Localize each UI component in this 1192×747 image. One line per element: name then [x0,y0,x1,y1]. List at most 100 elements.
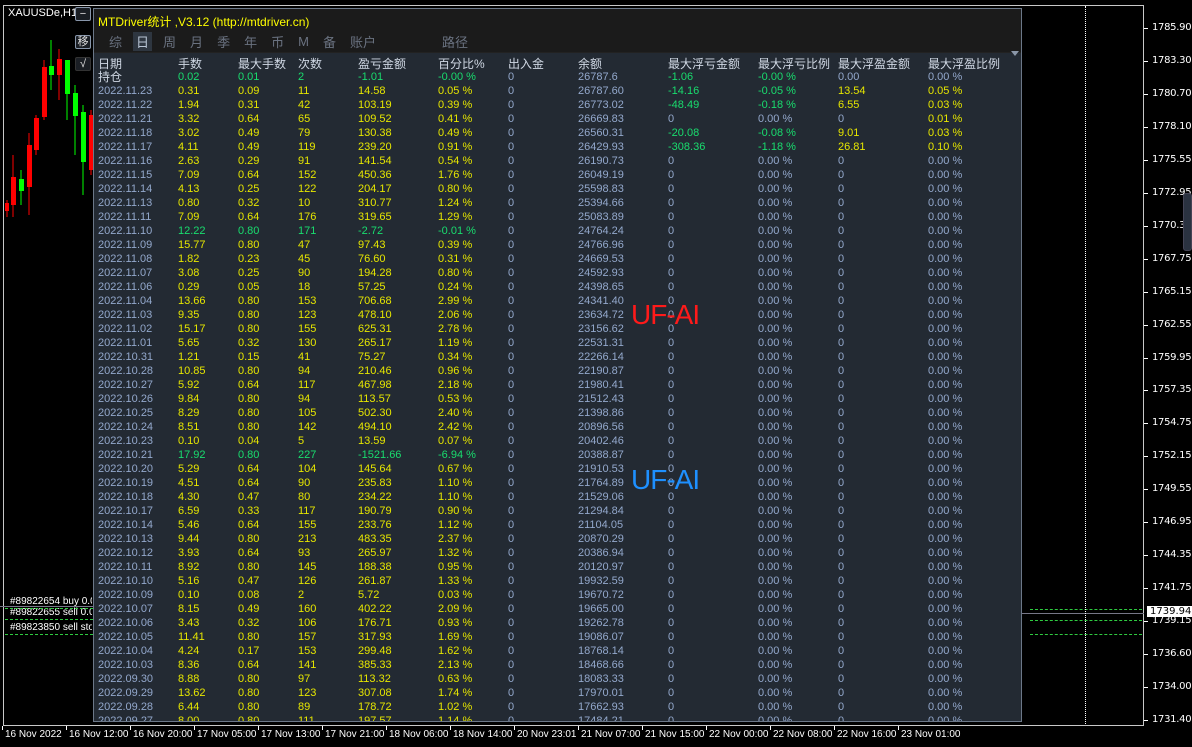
tab-9[interactable]: 账户 [347,32,379,51]
table-cell: 1.74 % [438,687,473,699]
table-cell: 1.94 [178,99,200,111]
table-cell: 0 [838,547,845,559]
table-cell: 142 [298,421,317,433]
table-cell: 18468.66 [578,659,624,671]
table-cell: 0 [668,561,675,573]
dropdown-arrow-icon[interactable] [1011,51,1019,56]
table-row[interactable]: 2022.10.12 3.93 0.64 93 265.97 1.32 % 0 20386.9… [94,546,1021,560]
table-row[interactable]: 2022.11.02 15.17 0.80 155 625.31 2.78 % 0 23156… [94,322,1021,336]
table-cell: 0 [838,533,845,545]
table-row[interactable]: 2022.10.09 0.10 0.08 2 5.72 0.03 % 0 19670.72 0 0… [94,588,1021,602]
tab-path[interactable]: 路径 [439,32,471,51]
table-row[interactable]: 2022.10.13 9.44 0.80 213 483.35 2.37 % 0 20870.… [94,532,1021,546]
table-row[interactable]: 2022.11.15 7.09 0.64 152 450.36 1.76 % 0 26049.… [94,168,1021,182]
table-row[interactable]: 2022.11.23 0.31 0.09 11 14.58 0.05 % 0 26787.60… [94,84,1021,98]
table-cell: 94 [298,365,311,377]
table-row[interactable]: 2022.10.07 8.15 0.49 160 402.22 2.09 % 0 19665.… [94,602,1021,616]
table-row[interactable]: 2022.10.24 8.51 0.80 142 494.10 2.42 % 0 20896.… [94,420,1021,434]
table-cell: 234.22 [358,491,392,503]
table-cell: 0 [838,211,845,223]
price-axis[interactable]: 1785.90 1783.30 1780.70 1778.10 1775.55 1772.… [1143,0,1192,726]
table-row[interactable]: 2022.10.14 5.46 0.64 155 233.76 1.12 % 0 21104.… [94,518,1021,532]
table-cell: 2022.09.29 [98,687,154,699]
table-row[interactable]: 2022.09.27 8.00 0.80 111 197.57 1.14 % 0 17484.… [94,714,1021,721]
table-cell: 0 [508,407,515,419]
table-row[interactable]: 2022.11.08 1.82 0.23 45 76.60 0.31 % 0 24669.53… [94,252,1021,266]
table-row[interactable]: 2022.10.27 5.92 0.64 117 467.98 2.18 % 0 21980.… [94,378,1021,392]
tab-2[interactable]: 周 [160,32,179,51]
table-cell: 2.78 % [438,323,473,335]
table-row[interactable]: 2022.10.18 4.30 0.47 80 234.22 1.10 % 0 21529.0… [94,490,1021,504]
table-cell: 0.00 % [928,253,963,265]
check-button[interactable]: √ [75,57,91,71]
tab-3[interactable]: 月 [187,32,206,51]
table-row[interactable]: 持仓 0.02 0.01 2 -1.01 -0.00 % 0 26787.6 -1.06 -0.0… [94,70,1021,84]
table-row[interactable]: 2022.11.06 0.29 0.05 18 57.25 0.24 % 0 24398.65… [94,280,1021,294]
table-cell: 24592.93 [578,267,624,279]
table-row[interactable]: 2022.11.16 2.63 0.29 91 141.54 0.54 % 0 26190.7… [94,154,1021,168]
tab-0[interactable]: 综 [106,32,125,51]
table-row[interactable]: 2022.10.25 8.29 0.80 105 502.30 2.40 % 0 21398.… [94,406,1021,420]
table-row[interactable]: 2022.11.17 4.11 0.49 119 239.20 0.91 % 0 26429.… [94,140,1021,154]
tab-4[interactable]: 季 [214,32,233,51]
table-cell: 0 [838,351,845,363]
table-row[interactable]: 2022.10.19 4.51 0.64 90 235.83 1.10 % 0 21764.8… [94,476,1021,490]
time-tick-label: 17 Nov 21:00 [322,726,385,740]
scale-grip[interactable] [1183,193,1192,251]
table-cell: 21294.84 [578,505,624,517]
table-cell: 0.00 % [928,659,963,671]
table-row[interactable]: 2022.10.17 6.59 0.33 117 190.79 0.90 % 0 21294.… [94,504,1021,518]
table-row[interactable]: 2022.11.21 3.32 0.64 65 109.52 0.41 % 0 26669.8… [94,112,1021,126]
table-row[interactable]: 2022.10.21 17.92 0.80 227 -1521.66 -6.94 % 0 20… [94,448,1021,462]
table-row[interactable]: 2022.09.28 6.44 0.80 89 178.72 1.02 % 0 17662.9… [94,700,1021,714]
table-row[interactable]: 2022.11.22 1.94 0.31 42 103.19 0.39 % 0 26773.0… [94,98,1021,112]
tab-6[interactable]: 币 [268,32,287,51]
table-cell: 0.00 % [928,533,963,545]
table-row[interactable]: 2022.10.31 1.21 0.15 41 75.27 0.34 % 0 22266.14… [94,350,1021,364]
table-row[interactable]: 2022.11.11 7.09 0.64 176 319.65 1.29 % 0 25083.… [94,210,1021,224]
table-row[interactable]: 2022.11.14 4.13 0.25 122 204.17 0.80 % 0 25598.… [94,182,1021,196]
move-button[interactable]: 移 [75,35,91,49]
table-cell: 1.82 [178,253,200,265]
order-label[interactable]: #89823850 sell stop [10,622,92,633]
table-row[interactable]: 2022.11.03 9.35 0.80 123 478.10 2.06 % 0 23634.… [94,308,1021,322]
table-cell: 0 [508,393,515,405]
table-cell: 4.11 [178,141,199,153]
table-cell: 0.96 % [438,365,473,377]
table-cell: 1.62 % [438,645,473,657]
table-row[interactable]: 2022.11.04 13.66 0.80 153 706.68 2.99 % 0 24341… [94,294,1021,308]
table-row[interactable]: 2022.09.30 8.88 0.80 97 113.32 0.63 % 0 18083.3… [94,672,1021,686]
table-row[interactable]: 2022.10.26 9.84 0.80 94 113.57 0.53 % 0 21512.4… [94,392,1021,406]
time-axis[interactable]: 16 Nov 2022 16 Nov 12:00 16 Nov 20:00 17 No… [0,726,1144,747]
table-row[interactable]: 2022.11.09 15.77 0.80 47 97.43 0.39 % 0 24766.9… [94,238,1021,252]
price-tick-label: 1734.00 [1143,681,1192,692]
table-row[interactable]: 2022.10.05 11.41 0.80 157 317.93 1.69 % 0 19086… [94,630,1021,644]
table-row[interactable]: 2022.11.10 12.22 0.80 171 -2.72 -0.01 % 0 24764… [94,224,1021,238]
table-cell: 188.38 [358,561,392,573]
tab-7[interactable]: M [295,34,312,49]
table-row[interactable]: 2022.11.13 0.80 0.32 10 310.77 1.24 % 0 25394.6… [94,196,1021,210]
table-row[interactable]: 2022.10.28 10.85 0.80 94 210.46 0.96 % 0 22190.… [94,364,1021,378]
table-row[interactable]: 2022.10.04 4.24 0.17 153 299.48 1.62 % 0 18768.… [94,644,1021,658]
table-cell: 0 [508,687,515,699]
tab-1[interactable]: 日 [133,32,153,51]
table-row[interactable]: 2022.11.01 5.65 0.32 130 265.17 1.19 % 0 22531.… [94,336,1021,350]
tab-5[interactable]: 年 [241,32,260,51]
table-row[interactable]: 2022.09.29 13.62 0.80 123 307.08 1.74 % 0 17970… [94,686,1021,700]
table-row[interactable]: 2022.11.07 3.08 0.25 90 194.28 0.80 % 0 24592.9… [94,266,1021,280]
table-row[interactable]: 2022.10.23 0.10 0.04 5 13.59 0.07 % 0 20402.46 0… [94,434,1021,448]
table-cell: 0 [508,183,515,195]
time-tick-label: 18 Nov 14:00 [450,726,513,740]
table-row[interactable]: 2022.10.06 3.43 0.32 106 176.71 0.93 % 0 19262.… [94,616,1021,630]
table-row[interactable]: 2022.11.18 3.02 0.49 79 130.38 0.49 % 0 26560.3… [94,126,1021,140]
table-row[interactable]: 2022.10.03 8.36 0.64 141 385.33 2.13 % 0 18468.… [94,658,1021,672]
table-row[interactable]: 2022.10.10 5.16 0.47 126 261.87 1.33 % 0 19932.… [94,574,1021,588]
table-cell: 0 [508,631,515,643]
tab-8[interactable]: 备 [320,32,339,51]
table-cell: 0.00 % [928,617,963,629]
minimize-button[interactable]: − [75,7,91,21]
table-row[interactable]: 2022.10.11 8.92 0.80 145 188.38 0.95 % 0 20120.… [94,560,1021,574]
table-cell: 1.33 % [438,575,473,587]
table-row[interactable]: 2022.10.20 5.29 0.64 104 145.64 0.67 % 0 21910.… [94,462,1021,476]
table-cell: 0.00 % [928,421,963,433]
